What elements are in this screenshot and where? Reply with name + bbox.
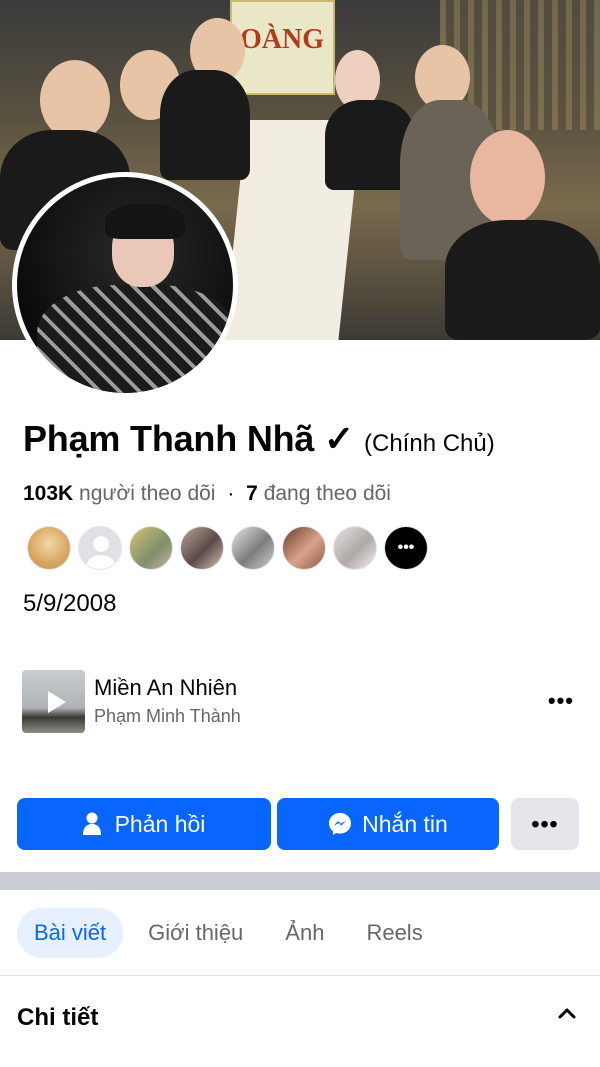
song-title: Miền An Nhiên — [94, 675, 238, 700]
cover-shop-sign: OÀNG — [230, 0, 335, 95]
chevron-up-icon[interactable] — [558, 1006, 576, 1025]
mutual-friends-row[interactable]: ••• — [27, 526, 435, 570]
profile-name: Phạm Thanh Nhã ✓ — [23, 418, 354, 459]
cover-sign-text: OÀNG — [240, 24, 324, 55]
more-friends-button[interactable]: ••• — [384, 526, 428, 570]
profile-name-suffix: (Chính Chủ) — [364, 430, 495, 457]
profile-avatar[interactable] — [12, 172, 238, 398]
tab-photos[interactable]: Ảnh — [268, 908, 341, 958]
song-artist: Phạm Minh Thành — [94, 706, 241, 726]
details-section-title: Chi tiết — [17, 1004, 99, 1031]
stats-separator: · — [227, 482, 235, 505]
cover-person-body — [445, 220, 600, 340]
friend-avatar[interactable] — [129, 526, 173, 570]
avatar-photo — [17, 177, 233, 393]
song-thumbnail[interactable] — [22, 670, 85, 733]
tab-posts[interactable]: Bài viết — [17, 908, 124, 958]
message-button-label: Nhắn tin — [362, 810, 448, 837]
reply-button[interactable]: Phản hồi — [17, 798, 271, 850]
friend-avatar-placeholder[interactable] — [78, 526, 122, 570]
more-friends-label: ••• — [397, 539, 415, 556]
follow-stats[interactable]: 103K người theo dõi · 7 đang theo dõi — [23, 482, 391, 506]
section-divider — [0, 872, 600, 890]
followers-label: người theo dõi — [79, 482, 216, 505]
friend-avatar[interactable] — [180, 526, 224, 570]
cover-person — [40, 60, 110, 140]
person-placeholder-icon — [87, 536, 115, 569]
tab-about[interactable]: Giới thiệu — [131, 908, 260, 958]
friend-avatar[interactable] — [231, 526, 275, 570]
reply-button-label: Phản hồi — [114, 810, 206, 837]
avatar-hair — [105, 203, 185, 239]
messenger-icon — [328, 812, 352, 836]
friend-avatar[interactable] — [27, 526, 71, 570]
tab-reels[interactable]: Reels — [349, 908, 439, 958]
cover-person-body — [160, 70, 250, 180]
profile-tabs: Bài viết Giới thiệu Ảnh Reels — [17, 908, 448, 958]
play-icon[interactable] — [48, 691, 66, 713]
profile-name-row: Phạm Thanh Nhã ✓ (Chính Chủ) — [23, 418, 495, 460]
message-button[interactable]: Nhắn tin — [277, 798, 499, 850]
following-count: 7 — [246, 482, 258, 505]
followers-count: 103K — [23, 482, 74, 505]
more-actions-button[interactable]: ••• — [511, 798, 579, 850]
following-label: đang theo dõi — [263, 482, 391, 505]
profile-music[interactable]: Miền An Nhiên Phạm Minh Thành ••• — [22, 670, 582, 734]
person-icon — [82, 812, 105, 836]
friend-avatar[interactable] — [333, 526, 377, 570]
friend-avatar[interactable] — [282, 526, 326, 570]
tabs-divider — [0, 975, 600, 976]
music-more-button[interactable]: ••• — [548, 688, 574, 714]
cover-person — [470, 130, 545, 225]
birthday-text: 5/9/2008 — [23, 590, 117, 617]
avatar-shirt — [37, 285, 233, 393]
